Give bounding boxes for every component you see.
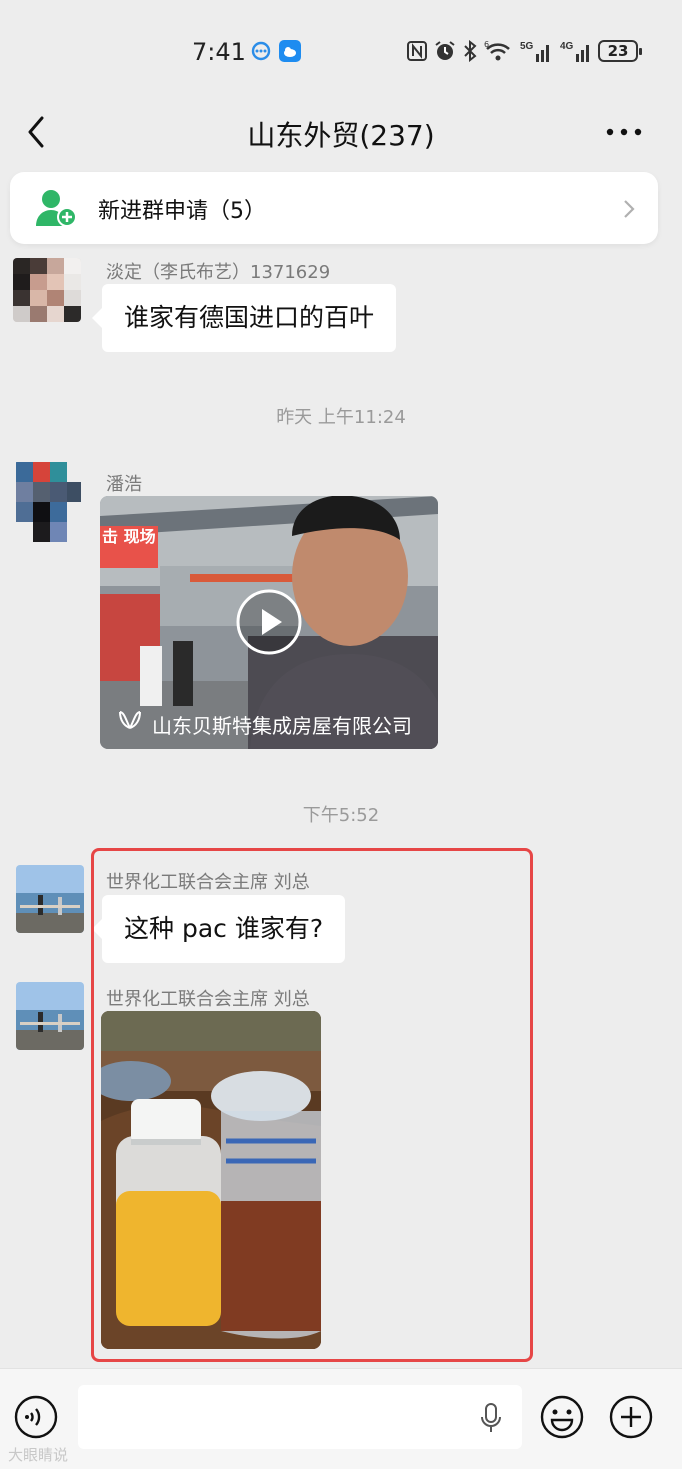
status-bar: 7:41 6 5G 4G 23	[0, 0, 682, 100]
sender-name: 潘浩	[106, 474, 142, 495]
chevron-right-icon	[624, 200, 635, 218]
message-bubble[interactable]: 谁家有德国进口的百叶	[91, 284, 397, 352]
wifi-icon: 6	[484, 40, 510, 61]
microphone-icon[interactable]	[480, 1403, 502, 1433]
nfc-icon	[407, 41, 427, 61]
alarm-icon	[435, 41, 455, 60]
add-attachment-icon[interactable]	[609, 1395, 653, 1439]
watermark: 大眼睛说	[8, 1446, 69, 1464]
message-input[interactable]	[78, 1385, 522, 1449]
avatar[interactable]	[16, 865, 84, 933]
join-request-banner[interactable]: 新进群申请（5）	[10, 172, 658, 244]
avatar[interactable]	[16, 982, 84, 1050]
weather-app-icon	[279, 40, 301, 62]
more-options-icon[interactable]	[606, 128, 642, 136]
signal-5g-icon: 5G	[520, 41, 549, 62]
sender-name: 淡定（李氏布艺）1371629	[106, 262, 331, 283]
emoji-icon[interactable]	[540, 1395, 584, 1439]
avatar[interactable]	[13, 258, 81, 322]
chat-title: 山东外贸(237)	[247, 119, 435, 152]
svg-text:击 现场: 击 现场	[102, 527, 156, 546]
bluetooth-icon	[464, 40, 477, 62]
input-bar	[0, 1368, 682, 1469]
svg-text:6: 6	[484, 40, 489, 49]
status-time: 7:41	[192, 38, 246, 66]
chat-bubble-notification-icon	[251, 41, 271, 61]
signal-4g-icon: 4G	[560, 41, 589, 62]
battery-indicator: 23	[598, 40, 642, 62]
play-icon[interactable]	[235, 588, 303, 656]
svg-text:5G: 5G	[520, 41, 534, 52]
highlight-frame	[91, 848, 533, 1362]
chat-header: 山东外贸(237)	[0, 100, 682, 164]
voice-toggle-icon[interactable]	[14, 1395, 58, 1439]
timestamp: 下午5:52	[302, 805, 380, 826]
video-caption: 山东贝斯特集成房屋有限公司	[152, 714, 412, 738]
svg-text:4G: 4G	[560, 41, 574, 52]
channels-logo-icon	[119, 711, 141, 729]
join-request-label: 新进群申请（5）	[98, 199, 266, 224]
avatar[interactable]	[13, 462, 81, 542]
add-user-icon	[36, 190, 77, 227]
timestamp: 昨天 上午11:24	[276, 407, 406, 428]
